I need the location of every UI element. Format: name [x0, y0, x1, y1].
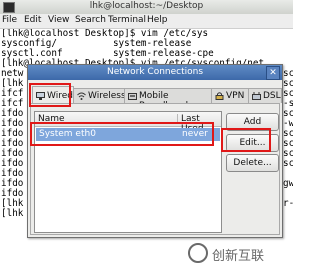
column-header-name[interactable]: Name	[38, 114, 65, 124]
menu-edit[interactable]: Edit	[24, 15, 41, 25]
connections-list[interactable]: Name Last Used System eth0 never	[34, 111, 222, 233]
tab-label: Wired	[47, 91, 73, 101]
wireless-icon	[77, 92, 86, 100]
menu-search[interactable]: Search	[75, 15, 106, 25]
delete-button[interactable]: Delete...	[226, 154, 279, 172]
tab-wireless[interactable]: Wireless	[73, 88, 126, 103]
terminal-titlebar: lhk@localhost:~/Desktop	[0, 0, 293, 15]
mobile-broadband-icon	[128, 93, 137, 100]
tab-vpn[interactable]: VPN	[211, 88, 249, 103]
menu-file[interactable]: File	[2, 15, 17, 25]
watermark-text: 创新互联	[212, 249, 265, 264]
network-connections-dialog: Network Connections ✕ Wired Wireless Mob…	[27, 64, 283, 238]
tab-label: DSL	[263, 91, 281, 101]
menu-terminal[interactable]: Terminal	[108, 15, 146, 25]
wired-tab-panel: Name Last Used System eth0 never Add Edi…	[30, 103, 280, 235]
tab-wired[interactable]: Wired	[32, 86, 74, 104]
terminal-menubar: File Edit View Search Terminal Help	[0, 14, 293, 29]
edit-button[interactable]: Edit...	[226, 134, 279, 152]
terminal-fragment: gw	[283, 178, 293, 189]
terminal-fragment: scr	[283, 158, 293, 169]
connection-type-tabs: Wired Wireless Mobile Broadband VPN DSL	[30, 86, 282, 111]
tab-dsl[interactable]: DSL	[248, 88, 282, 103]
terminal-line: [lhk	[1, 208, 24, 219]
connection-last-used: never	[182, 129, 208, 139]
connection-name: System eth0	[39, 129, 96, 139]
tab-mobile-broadband[interactable]: Mobile Broadband	[124, 88, 212, 111]
tab-label: VPN	[226, 91, 245, 101]
dialog-titlebar[interactable]: Network Connections ✕	[28, 65, 282, 80]
wired-icon	[36, 92, 45, 100]
dialog-title: Network Connections	[106, 67, 204, 77]
watermark-logo: 创新互联	[186, 241, 290, 265]
column-separator	[177, 114, 178, 124]
menu-help[interactable]: Help	[147, 15, 168, 25]
close-icon[interactable]: ✕	[266, 66, 280, 80]
table-row[interactable]: System eth0 never	[36, 128, 220, 141]
tab-label: Wireless	[88, 91, 126, 101]
terminal-title: lhk@localhost:~/Desktop	[89, 1, 204, 11]
menu-view[interactable]: View	[48, 15, 69, 25]
list-header: Name Last Used	[35, 112, 221, 134]
terminal-fragment: r-f	[283, 198, 293, 209]
add-button[interactable]: Add	[226, 113, 279, 131]
logo-circle-icon	[188, 243, 208, 263]
dsl-icon	[252, 92, 261, 100]
vpn-icon	[215, 92, 224, 100]
